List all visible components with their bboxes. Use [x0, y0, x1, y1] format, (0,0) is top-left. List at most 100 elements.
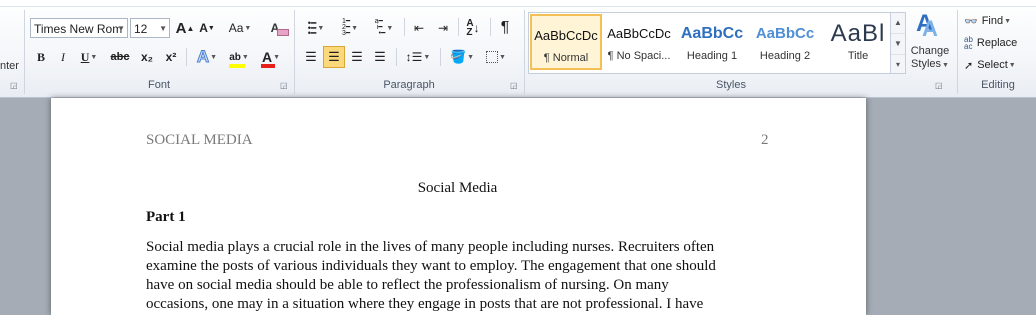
body-line[interactable]: examine the posts of various individuals… [146, 257, 766, 276]
group-separator [294, 10, 295, 94]
align-left-icon: ☰ [305, 49, 317, 64]
change-styles-label-1: Change [910, 45, 950, 57]
style-name: Title [847, 50, 869, 62]
borders-button[interactable]: ▼ [480, 46, 512, 68]
binoculars-icon: 👓 [964, 15, 978, 28]
separator [458, 18, 459, 36]
shrink-font-icon: A [199, 21, 208, 35]
gallery-up-icon[interactable]: ▲ [891, 13, 905, 34]
separator [396, 48, 397, 66]
editing-group: 👓 Find ▼ ab ac Replace ➚ Select ▼ Editing [960, 8, 1036, 93]
line-spacing-icon: ↕☰ [405, 50, 423, 64]
numbering-icon: 1━ 2━ 3━ [341, 18, 351, 37]
font-color-icon: A [260, 49, 275, 68]
title-strip [0, 0, 1036, 7]
bullets-icon: •━ •━ •━ [307, 17, 317, 38]
line-spacing-button[interactable]: ↕☰ ▼ [402, 46, 434, 68]
borders-icon [486, 51, 499, 63]
shrink-font-button[interactable]: A ▼ [196, 17, 218, 39]
separator [186, 48, 187, 66]
underline-button[interactable]: U ▼ [76, 46, 102, 68]
decrease-indent-icon: ⇤ [413, 21, 425, 35]
bold-button[interactable]: B [30, 46, 52, 68]
underline-icon: U [80, 49, 90, 64]
styles-group-label: Styles [716, 79, 746, 91]
text-effects-button[interactable]: A ▼ [192, 46, 222, 68]
style-heading-1[interactable]: AaBbCc Heading 1 [676, 14, 748, 70]
align-right-button[interactable]: ☰ [346, 46, 368, 68]
font-name-dropdown[interactable]: Times New Rom ▼ [30, 18, 128, 38]
align-center-icon: ☰ [328, 49, 340, 64]
highlight-icon: ab [229, 52, 246, 68]
shading-button[interactable]: 🪣 ▼ [446, 46, 478, 68]
separator [440, 48, 441, 66]
clear-formatting-button[interactable]: A [264, 17, 289, 39]
italic-button[interactable]: I [52, 46, 74, 68]
body-line[interactable]: have on social media should be able to r… [146, 276, 766, 295]
sort-button[interactable]: A Z ↓ [462, 17, 484, 39]
font-group: Times New Rom ▼ 12 ▼ A▲ A▼ Aa▼ A B I [26, 8, 292, 93]
style-heading-2[interactable]: AaBbCc Heading 2 [749, 14, 821, 70]
document-title[interactable]: Social Media [0, 180, 915, 197]
font-size-value: 12 [134, 22, 148, 36]
show-formatting-button[interactable]: ¶ [494, 17, 516, 39]
style-normal[interactable]: AaBbCcDc ¶ Normal [530, 14, 602, 70]
align-right-icon: ☰ [351, 49, 363, 64]
multilevel-list-button[interactable]: a━ i━ •━ ▼ [368, 17, 400, 39]
grow-font-button[interactable]: A ▲ [174, 17, 196, 39]
font-color-button[interactable]: A ▼ [256, 46, 286, 68]
find-button[interactable]: 👓 Find ▼ [964, 12, 1011, 30]
page-number[interactable]: 2 [761, 132, 769, 149]
bold-icon: B [36, 49, 45, 64]
section-heading[interactable]: Part 1 [146, 209, 186, 226]
align-left-button[interactable]: ☰ [300, 46, 322, 68]
change-case-button[interactable]: Aa ▼ [226, 17, 254, 39]
replace-button[interactable]: ab ac Replace [964, 34, 1017, 52]
increase-indent-button[interactable]: ⇥ [432, 17, 454, 39]
select-button[interactable]: ➚ Select ▼ [964, 56, 1016, 74]
styles-dialog-launcher-icon[interactable]: ◲ [935, 81, 944, 90]
style-title[interactable]: AaBl Title [822, 14, 894, 70]
superscript-button[interactable]: x² [160, 46, 182, 68]
style-sample: AaBl [830, 22, 886, 46]
body-line[interactable]: Social media plays a crucial role in the… [146, 238, 766, 257]
paragraph-dialog-launcher-icon[interactable]: ◲ [510, 81, 519, 90]
gallery-down-icon[interactable]: ▼ [891, 34, 905, 55]
bullets-button[interactable]: •━ •━ •━ ▼ [300, 17, 332, 39]
numbering-button[interactable]: 1━ 2━ 3━ ▼ [334, 17, 366, 39]
grow-font-icon: A [175, 19, 187, 37]
styles-gallery: AaBbCcDc ¶ Normal AaBbCcDc ¶ No Spaci...… [528, 12, 906, 74]
document-body[interactable]: Social media plays a crucial role in the… [146, 238, 766, 314]
strikethrough-icon: abc [110, 51, 130, 63]
justify-button[interactable]: ☰ [369, 46, 391, 68]
body-line[interactable]: occasions, one may in a situation where … [146, 295, 766, 314]
clipboard-launcher-icon[interactable]: ◲ [10, 81, 19, 90]
gallery-more-icon[interactable]: ▾ [891, 55, 905, 75]
cursor-icon: ➚ [964, 59, 974, 72]
sort-icon: AZ [466, 18, 474, 38]
change-styles-button[interactable]: A A Change Styles▼ [906, 10, 954, 76]
format-painter-label[interactable]: nter [0, 60, 19, 72]
select-label: Select [977, 59, 1008, 71]
paragraph-group-label: Paragraph [383, 79, 435, 91]
font-size-dropdown[interactable]: 12 ▼ [130, 18, 170, 38]
clear-formatting-icon: A [271, 21, 289, 36]
font-name-value: Times New Rom [34, 22, 123, 36]
style-no-spacing[interactable]: AaBbCcDc ¶ No Spaci... [603, 14, 675, 70]
running-header[interactable]: SOCIAL MEDIA [146, 132, 253, 149]
decrease-indent-button[interactable]: ⇤ [408, 17, 430, 39]
style-sample: AaBbCcDc [534, 28, 598, 43]
highlight-button[interactable]: ab ▼ [224, 46, 254, 68]
increase-indent-icon: ⇥ [437, 21, 449, 35]
style-sample: AaBbCcDc [607, 26, 671, 41]
italic-icon: I [61, 49, 65, 64]
align-center-button[interactable]: ☰ [323, 46, 345, 68]
subscript-button[interactable]: x₂ [136, 46, 158, 68]
gallery-scroll[interactable]: ▲ ▼ ▾ [890, 13, 905, 73]
group-separator [524, 10, 525, 94]
group-separator [24, 10, 25, 94]
pilcrow-icon: ¶ [500, 19, 510, 36]
font-dialog-launcher-icon[interactable]: ◲ [280, 81, 289, 90]
strikethrough-button[interactable]: abc [106, 46, 134, 68]
find-label: Find [981, 15, 1004, 27]
